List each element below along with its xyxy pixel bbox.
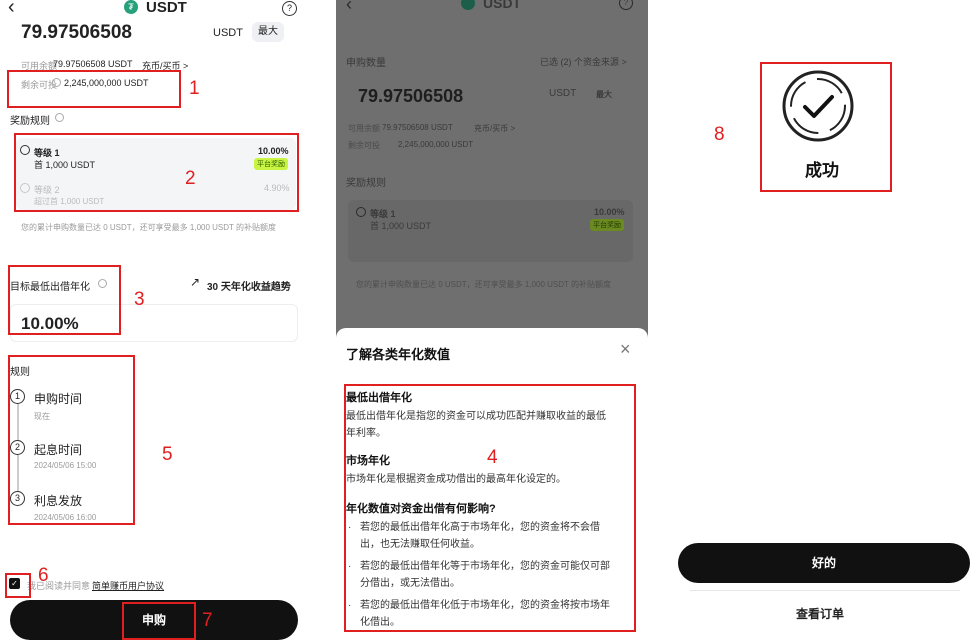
success-text: 成功 xyxy=(805,161,839,180)
tier2-label: 等级 2 xyxy=(34,185,60,195)
section-heading: 最低出借年化 xyxy=(346,392,412,404)
currency-label: USDT xyxy=(549,88,577,99)
reward-note: 您的累计申购数量已达 0 USDT，还可享受最多 1,000 USDT 的补贴额… xyxy=(21,223,276,232)
platform-reward-badge: 平台奖励 xyxy=(254,158,288,170)
available-value: 79.97506508 USDT xyxy=(382,123,453,132)
remaining-value: 2,245,000,000 USDT xyxy=(398,140,474,149)
step-sub: 现在 xyxy=(34,412,50,421)
back-icon[interactable]: ‹ xyxy=(346,0,352,15)
bullet-glyph: · xyxy=(348,600,352,611)
page-title: USDT xyxy=(483,0,522,11)
section-heading: 年化数值对资金出借有何影响? xyxy=(346,503,496,515)
tier1-range: 首 1,000 USDT xyxy=(34,160,96,170)
bullet-glyph: · xyxy=(348,561,352,572)
info-bottom-sheet: 了解各类年化数值 × 最低出借年化 最低出借年化是指您的资金可以成功匹配并赚取收… xyxy=(336,328,648,643)
deposit-link[interactable]: 充币/买币 > xyxy=(142,59,188,72)
success-check-icon xyxy=(782,70,854,142)
annotation-number: 2 xyxy=(185,168,196,189)
step-sub: 2024/05/06 16:00 xyxy=(34,513,97,522)
max-button[interactable]: 最大 xyxy=(596,89,612,100)
tier-icon xyxy=(20,183,30,193)
amount-input[interactable]: 79.97506508 xyxy=(358,86,463,107)
sheet-title: 了解各类年化数值 xyxy=(346,347,451,362)
back-icon[interactable]: ‹ xyxy=(8,0,15,19)
bullet-text: 若您的最低出借年化低于市场年化，您的资金将按市场年 xyxy=(360,600,610,611)
remaining-label: 剩余可投 xyxy=(348,141,380,150)
available-value: 79.97506508 USDT xyxy=(53,59,133,69)
annualized-rate-info-screen: ‹ USDT ? 申购数量 已选 (2) 个资金来源 > 79.97506508… xyxy=(336,0,648,643)
rewards-title: 奖励规则 xyxy=(10,116,50,127)
max-button[interactable]: 最大 xyxy=(252,22,284,42)
subscribe-screen: ‹ ₮ USDT ? 79.97506508 USDT 最大 可用余额 79.9… xyxy=(0,0,305,643)
remaining-value: 2,245,000,000 USDT xyxy=(64,78,149,88)
step-title: 申购时间 xyxy=(34,392,83,406)
trend-link[interactable]: 30 天年化收益趋势 xyxy=(207,278,291,293)
tier2-rate: 4.90% xyxy=(264,183,290,193)
section-heading: 市场年化 xyxy=(346,455,390,467)
step-number: 1 xyxy=(10,389,25,404)
annotation-number: 1 xyxy=(189,78,200,99)
tier2-range: 超过首 1,000 USDT xyxy=(34,197,105,206)
bullet-text: 若您的最低出借年化高于市场年化，您的资金将不会借 xyxy=(360,522,600,533)
min-rate-label: 目标最低出借年化 xyxy=(10,282,90,293)
annotation-number: 4 xyxy=(487,447,498,468)
agree-text: 我已阅读并同意 xyxy=(27,581,91,591)
fund-source-link[interactable]: 已选 (2) 个资金来源 > xyxy=(540,55,627,68)
reward-note: 您的累计申购数量已达 0 USDT，还可享受最多 1,000 USDT 的补贴额… xyxy=(356,280,611,289)
step-connector xyxy=(17,455,19,492)
bullet-text: 化借出。 xyxy=(360,617,400,628)
divider xyxy=(690,590,960,591)
annotation-number: 6 xyxy=(38,565,49,586)
step-number: 3 xyxy=(10,491,25,506)
info-icon[interactable] xyxy=(98,279,107,288)
close-icon[interactable]: × xyxy=(620,339,631,360)
bullet-glyph: · xyxy=(348,522,352,533)
tier-icon xyxy=(20,145,30,155)
help-icon[interactable]: ? xyxy=(282,1,297,16)
tier1-range: 首 1,000 USDT xyxy=(370,221,432,231)
agreement-link[interactable]: 简单赚币用户协议 xyxy=(92,579,164,592)
min-rate-input[interactable]: 10.00% xyxy=(21,314,79,334)
available-label: 可用余额 xyxy=(348,124,380,133)
tier1-rate: 10.00% xyxy=(594,207,625,217)
amount-label: 申购数量 xyxy=(346,58,386,69)
tier1-rate: 10.00% xyxy=(258,146,289,156)
subscribe-button[interactable]: 申购 xyxy=(10,600,298,640)
bullet-text: 分借出，或无法借出。 xyxy=(360,578,460,589)
annotation-number: 8 xyxy=(714,124,725,145)
rewards-title: 奖励规则 xyxy=(346,178,386,189)
agree-checkbox[interactable]: ✓ xyxy=(9,578,20,589)
info-icon[interactable] xyxy=(52,78,61,87)
step-connector xyxy=(17,404,19,441)
step-number: 2 xyxy=(10,440,25,455)
page-title: USDT xyxy=(146,0,187,16)
rules-title: 规则 xyxy=(10,367,30,378)
bullet-text: 出，也无法赚取任何收益。 xyxy=(360,539,480,550)
annotation-number: 3 xyxy=(134,289,145,310)
step-title: 起息时间 xyxy=(34,443,83,457)
available-label: 可用余额 xyxy=(21,61,58,71)
deposit-link[interactable]: 充币/买币 > xyxy=(474,123,515,134)
section-text: 年利率。 xyxy=(346,428,386,439)
step-title: 利息发放 xyxy=(34,494,83,508)
trend-icon[interactable]: ↗ xyxy=(190,275,200,289)
help-icon[interactable]: ? xyxy=(619,0,633,10)
step-sub: 2024/05/06 15:00 xyxy=(34,461,97,470)
info-icon[interactable] xyxy=(55,113,64,122)
usdt-logo-icon: ₮ xyxy=(124,0,138,14)
section-text: 最低出借年化是指您的资金可以成功匹配并赚取收益的最低 xyxy=(346,411,606,422)
annotation-number: 7 xyxy=(202,610,213,631)
view-orders-button[interactable]: 查看订单 xyxy=(796,605,844,622)
tier-icon xyxy=(356,207,366,217)
platform-reward-badge: 平台奖励 xyxy=(590,219,624,231)
success-screen: 成功 好的 查看订单 xyxy=(672,0,979,643)
ok-button[interactable]: 好的 xyxy=(678,543,970,583)
annotation-number: 5 xyxy=(162,444,173,465)
amount-input[interactable]: 79.97506508 xyxy=(21,22,132,44)
bullet-text: 若您的最低出借年化等于市场年化，您的资金可能仅可部 xyxy=(360,561,610,572)
usdt-logo-icon xyxy=(461,0,475,10)
section-text: 市场年化是根据资金成功借出的最高年化设定的。 xyxy=(346,474,566,485)
currency-label: USDT xyxy=(213,27,243,39)
